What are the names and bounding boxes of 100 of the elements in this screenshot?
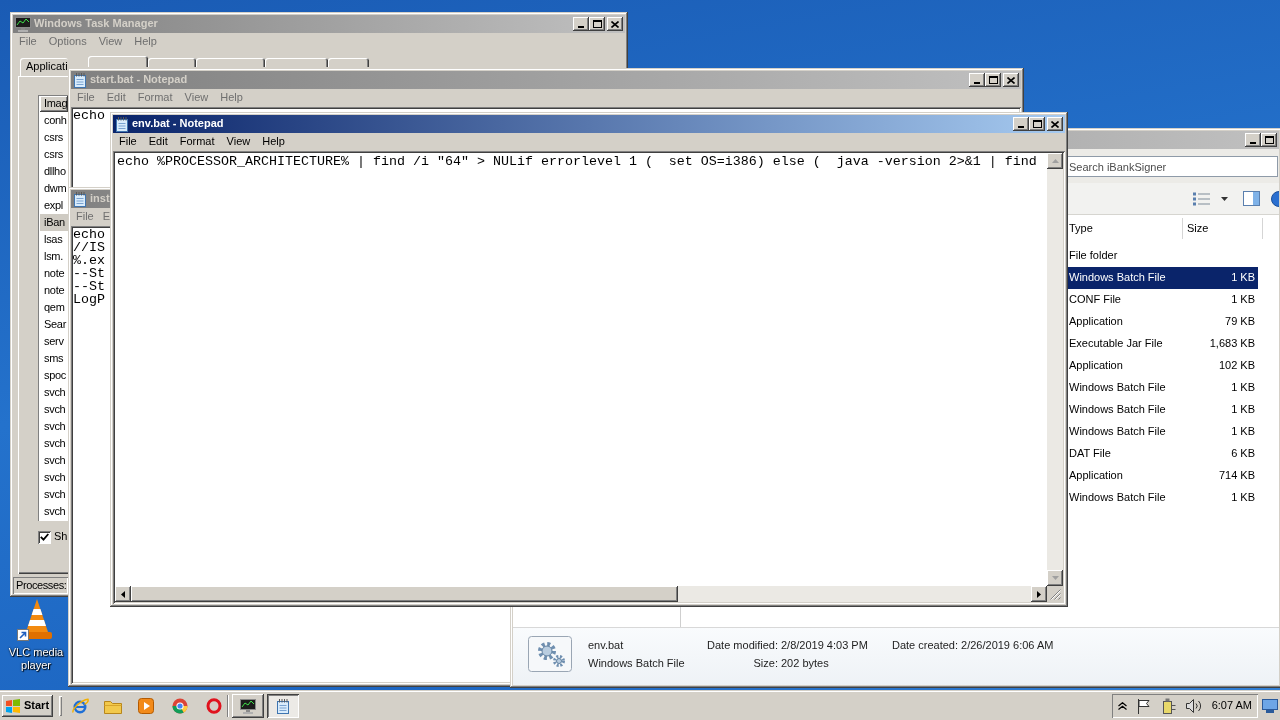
e-logo-icon[interactable] bbox=[72, 698, 89, 714]
screen-icon[interactable] bbox=[1262, 699, 1278, 713]
field-label: Date modified: bbox=[707, 638, 778, 653]
file-row[interactable]: Application 102 KB bbox=[1068, 355, 1258, 377]
preview-pane-icon[interactable] bbox=[1243, 191, 1260, 206]
process-row[interactable]: svch bbox=[40, 435, 68, 452]
process-row[interactable]: svch bbox=[40, 469, 68, 486]
process-row[interactable]: dwm bbox=[40, 180, 68, 197]
scroll-left-button[interactable] bbox=[115, 586, 131, 602]
process-row[interactable]: note bbox=[40, 282, 68, 299]
search-field[interactable]: Search iBankSigner bbox=[1066, 156, 1278, 177]
process-row[interactable]: sms bbox=[40, 350, 68, 367]
process-row[interactable]: lsm. bbox=[40, 248, 68, 265]
tab[interactable] bbox=[328, 58, 369, 67]
maximize-button[interactable] bbox=[985, 73, 1001, 87]
status-text: Processes: bbox=[13, 577, 68, 594]
file-size: 79 KB bbox=[1225, 315, 1255, 329]
chevron-up-icon[interactable] bbox=[1117, 702, 1127, 710]
caret-icon[interactable] bbox=[1221, 196, 1228, 201]
process-row[interactable]: conh bbox=[40, 112, 68, 129]
process-row[interactable]: svch bbox=[40, 418, 68, 435]
field-value: 2/26/2019 6:06 AM bbox=[960, 638, 1054, 653]
process-row[interactable]: svch bbox=[40, 486, 68, 503]
file-row[interactable]: Application 714 KB bbox=[1068, 465, 1258, 487]
notepad-icon bbox=[73, 191, 87, 207]
menu-item[interactable]: View bbox=[220, 135, 257, 149]
ring-logo-icon[interactable] bbox=[206, 698, 222, 714]
text-line: --St bbox=[73, 280, 105, 293]
close-button[interactable] bbox=[1047, 117, 1063, 131]
horizontal-scrollbar[interactable] bbox=[115, 586, 1047, 602]
file-row[interactable]: Application 79 KB bbox=[1068, 311, 1258, 333]
process-row[interactable]: Sear bbox=[40, 316, 68, 333]
file-size: 6 KB bbox=[1231, 447, 1255, 461]
scroll-up-button[interactable] bbox=[1047, 153, 1063, 169]
maximize-button[interactable] bbox=[1261, 133, 1277, 147]
file-row[interactable]: Windows Batch File 1 KB bbox=[1068, 421, 1258, 443]
file-row[interactable]: Windows Batch File 1 KB bbox=[1068, 399, 1258, 421]
scroll-down-button[interactable] bbox=[1047, 570, 1063, 586]
file-row[interactable]: Executable Jar File 1,683 KB bbox=[1068, 333, 1258, 355]
column-header[interactable]: Imag bbox=[40, 96, 68, 112]
process-row[interactable]: svch bbox=[40, 401, 68, 418]
maximize-button[interactable] bbox=[1029, 117, 1045, 131]
help-icon[interactable] bbox=[1270, 190, 1279, 207]
process-row[interactable]: dllho bbox=[40, 163, 68, 180]
process-row[interactable]: iBan bbox=[40, 214, 68, 231]
menu-item[interactable]: File bbox=[113, 135, 143, 149]
resize-grip-icon[interactable] bbox=[1050, 589, 1061, 600]
process-row[interactable]: svch bbox=[40, 452, 68, 469]
file-row[interactable]: CONF File 1 KB bbox=[1068, 289, 1258, 311]
scroll-right-button[interactable] bbox=[1031, 586, 1047, 602]
file-row[interactable]: Windows Batch File 1 KB bbox=[1068, 377, 1258, 399]
minimize-button[interactable] bbox=[1245, 133, 1261, 147]
minimize-button[interactable] bbox=[969, 73, 985, 87]
tab[interactable]: Applicati bbox=[20, 58, 68, 76]
minimize-icon bbox=[578, 26, 584, 28]
maximize-button[interactable] bbox=[589, 17, 605, 31]
column-header[interactable]: Size bbox=[1183, 218, 1263, 239]
process-row[interactable]: csrs bbox=[40, 129, 68, 146]
file-row[interactable]: DAT File 6 KB bbox=[1068, 443, 1258, 465]
process-row[interactable]: note bbox=[40, 265, 68, 282]
play-icon[interactable] bbox=[138, 698, 154, 714]
text-line: echo %PROCESSOR_ARCHITECTURE% | find /i "64" > NULif errorlevel 1 ( set OS=i386) else ( java -version 2>&1 | find bbox=[117, 154, 1037, 169]
process-row[interactable]: spoc bbox=[40, 367, 68, 384]
process-row[interactable]: csrs bbox=[40, 146, 68, 163]
speaker-icon[interactable] bbox=[1185, 699, 1202, 713]
view-list-icon[interactable] bbox=[1193, 191, 1210, 206]
scrollbar-thumb[interactable] bbox=[131, 586, 678, 602]
clock[interactable]: 6:07 AM bbox=[1211, 699, 1252, 713]
process-row[interactable]: serv bbox=[40, 333, 68, 350]
flag-icon[interactable] bbox=[1136, 698, 1150, 714]
process-row[interactable]: svch bbox=[40, 503, 68, 520]
close-button[interactable] bbox=[1003, 73, 1019, 87]
text-area[interactable]: echo %PROCESSOR_ARCHITECTURE% | find /i "64" > NULif errorlevel 1 ( set OS=i386) else ( java -version 2>&1 | find bbox=[115, 153, 1047, 586]
process-row[interactable]: lsas bbox=[40, 231, 68, 248]
process-row[interactable]: qem bbox=[40, 299, 68, 316]
minimize-button[interactable] bbox=[1013, 117, 1029, 131]
file-row[interactable]: File folder bbox=[1068, 245, 1258, 267]
tab[interactable] bbox=[88, 56, 148, 67]
process-row[interactable]: expl bbox=[40, 197, 68, 214]
menu-item[interactable]: Help bbox=[256, 135, 291, 149]
process-row[interactable]: svch bbox=[40, 384, 68, 401]
close-button[interactable] bbox=[607, 17, 623, 31]
checkbox[interactable] bbox=[38, 530, 51, 544]
vertical-scrollbar[interactable] bbox=[1047, 153, 1063, 586]
taskbar-button[interactable] bbox=[267, 694, 299, 718]
round-logo-icon[interactable] bbox=[172, 698, 188, 714]
menu-item[interactable]: Edit bbox=[142, 135, 174, 149]
file-row[interactable]: Windows Batch File 1 KB bbox=[1068, 487, 1258, 509]
tab[interactable] bbox=[196, 58, 265, 67]
icon-label[interactable]: VLC media player bbox=[6, 646, 66, 672]
field-value: 2/8/2019 4:03 PM bbox=[780, 638, 868, 653]
file-row[interactable]: Windows Batch File 1 KB bbox=[1068, 267, 1258, 289]
menu-item[interactable]: Format bbox=[173, 135, 221, 149]
field-value: 202 bytes bbox=[780, 656, 829, 671]
tab[interactable] bbox=[265, 58, 328, 67]
start-button[interactable]: Start bbox=[2, 695, 53, 717]
minimize-button[interactable] bbox=[573, 17, 589, 31]
taskbar-button[interactable] bbox=[232, 694, 264, 718]
tab[interactable] bbox=[148, 58, 196, 67]
monitor-icon bbox=[15, 16, 31, 32]
